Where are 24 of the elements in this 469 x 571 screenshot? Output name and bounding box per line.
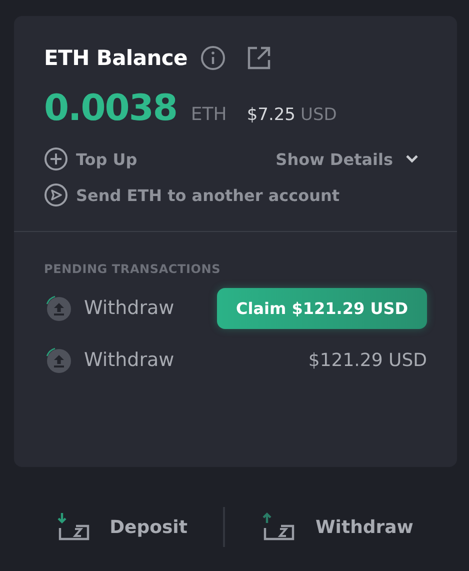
info-icon[interactable] [201,46,226,70]
upload-icon [44,294,72,322]
withdraw-button[interactable]: Withdraw [249,512,426,542]
balance-amount: 0.0038 [44,88,177,129]
external-link-icon[interactable] [247,46,272,70]
card-title: ETH Balance [44,46,188,70]
send-link[interactable]: Send ETH to another account [44,183,340,207]
show-details-toggle[interactable]: Show Details [276,150,419,168]
deposit-button[interactable]: Deposit [44,512,200,542]
download-tray-icon [56,512,90,542]
currency-unit: ETH [190,104,227,125]
currency-unit: USD [300,105,337,125]
plus-circle-icon [44,147,68,171]
section-heading: PENDING TRANSACTIONS [44,262,222,276]
upload-icon [44,346,72,374]
transaction-type: Withdraw [84,349,174,371]
send-icon [44,183,68,207]
chevron-icon [405,154,419,164]
top-up-link[interactable]: Top Up [44,147,138,171]
upload-tray-icon [261,512,296,542]
usd-value: $7.25 [246,105,296,125]
claim-button[interactable]: Claim $121.29 USD [217,288,427,328]
transaction-type: Withdraw [84,297,174,319]
transaction-amount: $121.29 USD [308,350,427,370]
